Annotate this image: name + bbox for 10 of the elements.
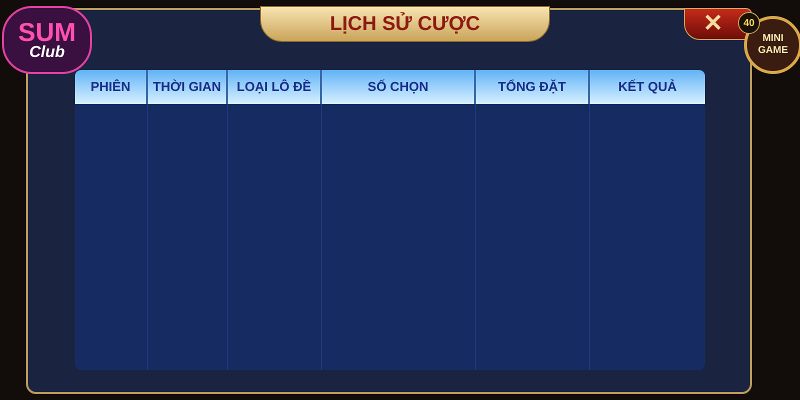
column-header: PHIÊN bbox=[90, 78, 130, 96]
logo-subtitle: Club bbox=[29, 45, 65, 61]
column-header: THỜI GIAN bbox=[152, 78, 222, 96]
column-header: KẾT QUẢ bbox=[618, 78, 677, 96]
column-header: LOẠI LÔ ĐỀ bbox=[236, 78, 312, 96]
logo-title: SUM bbox=[18, 19, 76, 45]
dialog-title: LỊCH SỬ CƯỢC bbox=[330, 11, 480, 37]
column-header: TỔNG ĐẶT bbox=[498, 78, 566, 96]
column-header: SỐ CHỌN bbox=[368, 78, 428, 96]
mini-game-label: MINI GAME bbox=[757, 33, 789, 57]
